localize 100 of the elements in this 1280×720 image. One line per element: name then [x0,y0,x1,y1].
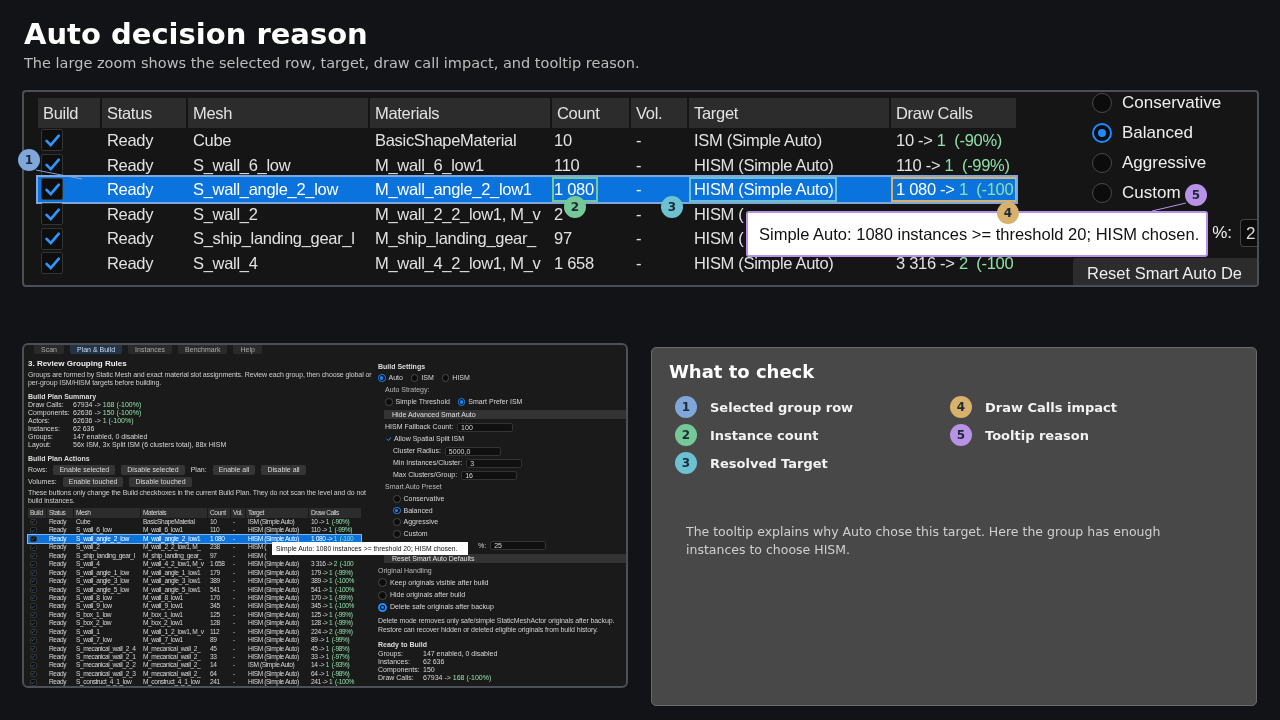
checkbox[interactable] [30,653,37,661]
table-cell-text: Ready [106,130,155,151]
column-header[interactable]: Mesh [188,98,368,128]
table-cell-text: Ready [106,203,155,225]
table-row[interactable]: Ready S_wall_6_low M_wall_6_low1 110 - HISM (Simple Auto) 110 -> 1 (-99%) [38,152,1016,178]
table-cell-text: 97 [553,228,573,250]
checkbox[interactable] [41,153,63,176]
checkbox[interactable] [30,552,37,560]
callout-badge: 1 [18,149,40,171]
table-cell-text: 110 [553,154,581,176]
table-cell-text: 10 [553,130,573,151]
column-header[interactable]: Status [102,98,186,128]
checkbox[interactable] [30,518,37,526]
table-cell-text: S_wall_angle_2_low [192,179,340,201]
legend-label: Draw Calls impact [985,399,1117,415]
table-cell-text: 1 658 [553,252,595,274]
explanation: The tooltip explains why Auto chose this target. Here the group has enough instances to choose HISM. [686,523,1162,559]
callout-badge: 4 [950,396,972,418]
table-cell-text: - [635,252,643,274]
checkbox[interactable] [385,435,392,443]
checkbox[interactable] [41,203,63,226]
checkbox[interactable] [30,628,37,636]
section-heading: 3. Review Grouping Rules [28,359,128,369]
checkbox[interactable] [30,637,37,644]
table-cell-text: Ready [106,252,155,274]
legend-label: Instance count [710,427,819,443]
table-cell-text: Ready [106,154,155,176]
panel-title: What to check [669,360,816,384]
table-cell-text: BasicShapeMaterial [374,130,518,151]
table-cell-text: 10 -> 1 (-90%) [895,130,1004,151]
page-title: Auto decision reason [24,16,369,52]
checkbox[interactable] [30,662,37,669]
checkbox[interactable] [30,679,37,686]
checkbox[interactable] [30,611,37,619]
table-cell-text: M_wall_6_low1 [374,154,485,176]
table-cell-text: - [635,203,643,225]
table-cell-text: - [635,154,643,176]
checkbox[interactable] [30,645,37,653]
table-row[interactable]: Ready Cube BasicShapeMaterial 10 - ISM (Simple Auto) 10 -> 1 (-90%) [38,128,1016,153]
table-cell-text: M_wall_4_2_low1, M_v [374,252,542,274]
checkbox[interactable] [30,603,37,610]
column-header[interactable]: Count [552,98,629,128]
table-cell-text: S_wall_6_low [192,154,292,176]
input-field[interactable]: 2 [1240,219,1257,247]
table-cell-text: Cube [192,130,233,151]
column-header[interactable]: Vol. [631,98,687,128]
checkbox[interactable] [41,129,63,152]
table-row[interactable]: Ready S_wall_angle_2_low M_wall_angle_2_low1 1 080 - HISM (Simple Auto) 1 080 -> 1 (-100 [38,177,1016,202]
column-header[interactable]: Draw Calls [891,98,1016,128]
reset-button[interactable]: Reset Smart Auto De [1073,258,1257,285]
callout-badge: 1 [675,396,697,418]
table-cell-text: 110 -> 1 (-99%) [895,154,1011,176]
column-header[interactable]: Target [689,98,889,128]
table-cell-text: - [635,228,643,250]
checkbox[interactable] [30,578,37,585]
table-cell-text: 2 [553,203,564,225]
checkbox[interactable] [30,594,37,602]
table-cell-text: Ready [106,179,155,201]
table-row[interactable]: Ready S_wall_4 M_wall_4_2_low1, M_v 1 658 - HISM (Simple Auto) 3 316 -> 2 (-100 [38,250,1016,276]
table-cell: 1 080 -> 1 (-100 [891,177,1018,202]
checkbox[interactable] [41,178,63,201]
checkbox[interactable] [30,527,37,534]
checkbox[interactable] [30,544,37,551]
checkbox[interactable] [30,620,37,627]
table-cell-text: - [635,130,643,151]
leader-line [36,170,82,179]
checkbox[interactable] [41,252,63,275]
page-subtitle: The large zoom shows the selected row, target, draw call impact, and tooltip reason. [24,54,641,73]
radio-button[interactable]: Conservative [1092,93,1257,113]
table-cell-text: M_wall_angle_2_low1 [374,179,533,201]
column-header[interactable]: Materials [370,98,550,128]
field-label: %: [1212,223,1232,243]
table-cell-text: ISM (Simple Auto) [693,130,823,151]
callout-badge: 2 [675,424,697,446]
table-cell-text: S_wall_4 [192,252,259,274]
table-cell-text: S_wall_2 [192,203,259,225]
table-cell-text: HISM ( [693,203,745,225]
table-cell-text: 3 316 -> 2 (-100 [895,252,1015,274]
checkbox[interactable] [30,586,37,593]
radio-button[interactable]: Aggressive [1092,153,1257,173]
callout-badge: 3 [675,452,697,474]
legend-label: Selected group row [710,399,854,415]
legend-label: Resolved Target [710,455,828,471]
table-cell-text: HISM ( [693,228,745,250]
table-cell-text: S_ship_landing_gear_l [192,228,356,250]
radio-button[interactable]: Balanced [1092,123,1257,143]
column-header[interactable]: Build [38,98,100,128]
checkbox[interactable] [30,670,37,678]
table-cell-text: M_wall_2_2_low1, M_v [374,203,542,225]
legend-label: Tooltip reason [985,427,1089,443]
table-cell-text: HISM (Simple Auto) [693,252,835,274]
checkbox[interactable] [41,227,63,250]
table-cell-text: HISM (Simple Auto) [693,154,835,176]
table-cell-text: M_ship_landing_gear_ [374,228,538,250]
checkbox[interactable] [30,569,37,577]
callout-badge: 5 [950,424,972,446]
checkbox[interactable] [30,535,37,543]
checkbox[interactable] [30,561,37,568]
table-cell-text: - [635,179,643,201]
table-cell: HISM (Simple Auto) [689,177,838,202]
